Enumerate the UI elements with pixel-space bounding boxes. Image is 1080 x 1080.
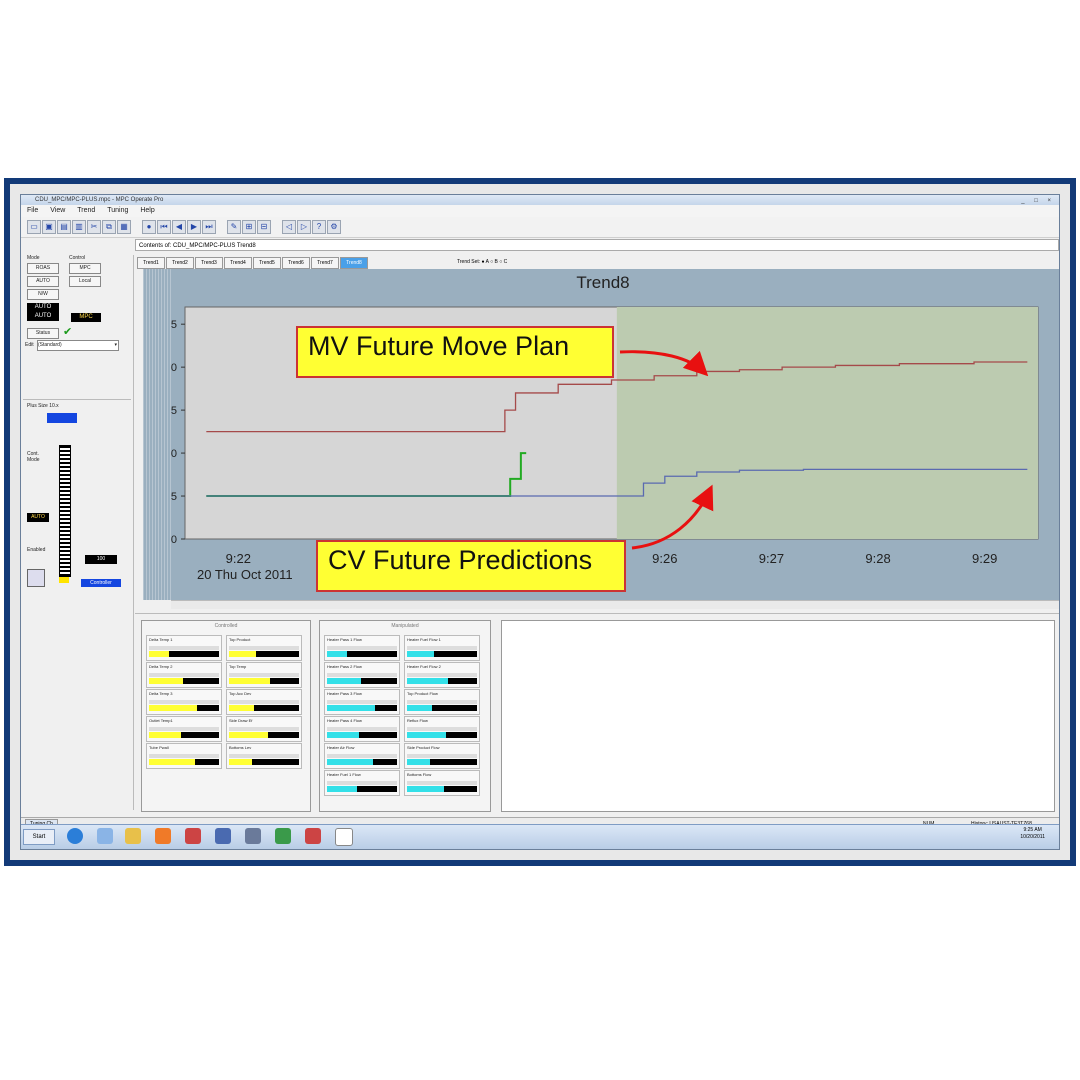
annotation-arrows (619, 350, 714, 550)
mv-arrow (619, 350, 709, 377)
cv-arrow (631, 484, 714, 550)
